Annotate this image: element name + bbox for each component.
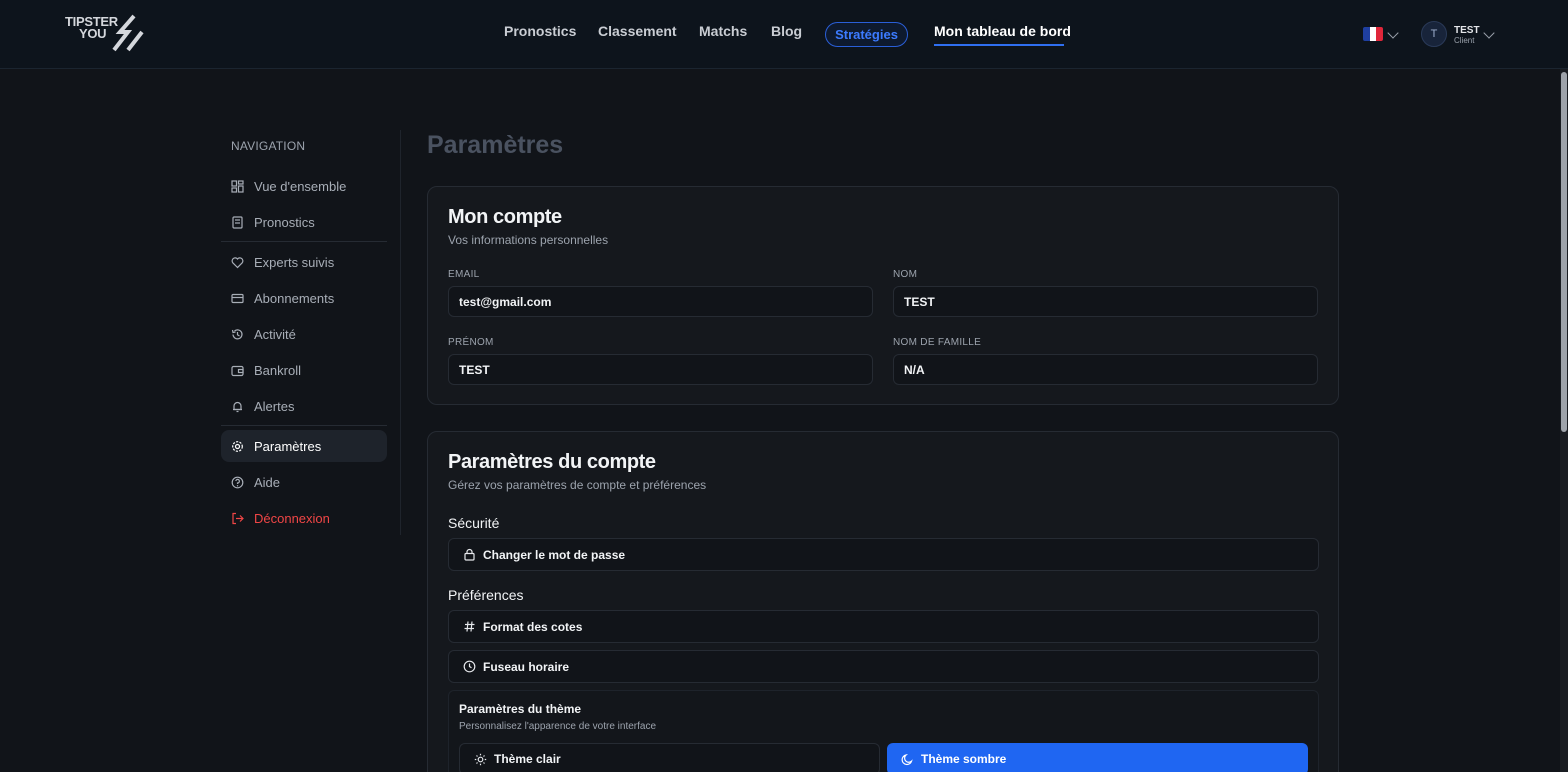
- sidebar-item-label: Experts suivis: [254, 254, 335, 270]
- odds-format-button[interactable]: Format des cotes: [448, 610, 1319, 643]
- logout-icon: [231, 512, 244, 525]
- odds-format-label: Format des cotes: [483, 619, 583, 634]
- user-menu-chevron-down-icon[interactable]: [1483, 27, 1495, 39]
- grid-icon: [231, 179, 244, 193]
- sidebar-divider: [221, 241, 387, 242]
- user-role: Client: [1454, 36, 1475, 45]
- logo-mark-icon: [112, 14, 144, 52]
- sidebar-item-label: Activité: [254, 326, 296, 342]
- preferences-section-title: Préférences: [448, 587, 524, 603]
- credit-card-icon: [231, 292, 244, 305]
- fr-flag-icon[interactable]: [1363, 27, 1383, 41]
- nav-pronostics[interactable]: Pronostics: [504, 23, 576, 39]
- account-card-title: Mon compte: [448, 206, 562, 228]
- sidebar-item-label: Bankroll: [254, 362, 301, 378]
- sidebar-item-experts[interactable]: Experts suivis: [221, 246, 387, 278]
- email-field: test@gmail.com: [448, 286, 873, 317]
- sidebar-separator: [400, 130, 401, 535]
- sidebar-item-label: Alertes: [254, 398, 295, 414]
- tipster-you-logo[interactable]: TIPSTER YOU: [64, 14, 148, 54]
- light-theme-label: Thème clair: [494, 752, 561, 766]
- nom-label: NOM: [893, 269, 918, 280]
- top-header: TIPSTER YOU Pronostics Classement Matchs…: [0, 0, 1568, 69]
- avatar[interactable]: T: [1421, 21, 1447, 47]
- theme-settings-panel: Paramètres du thème Personnalisez l'appa…: [448, 690, 1319, 772]
- nav-classement[interactable]: Classement: [598, 23, 677, 39]
- clock-icon: [462, 660, 476, 674]
- nom-famille-field: N/A: [893, 354, 1318, 385]
- sidebar-item-label: Vue d'ensemble: [254, 178, 347, 194]
- nav-strategies-button[interactable]: Stratégies: [825, 22, 908, 47]
- settings-card-subtitle: Gérez vos paramètres de compte et préfér…: [448, 478, 707, 492]
- bell-icon: [231, 400, 244, 413]
- light-theme-button[interactable]: Thème clair: [459, 743, 880, 772]
- sidebar-item-label: Abonnements: [254, 290, 335, 306]
- help-circle-icon: [231, 476, 244, 489]
- theme-settings-subtitle: Personnalisez l'apparence de votre inter…: [459, 721, 657, 732]
- history-icon: [231, 328, 244, 341]
- timezone-button[interactable]: Fuseau horaire: [448, 650, 1319, 683]
- heart-icon: [231, 256, 244, 269]
- prenom-label: PRÉNOM: [448, 337, 494, 348]
- sidebar-item-aide[interactable]: Aide: [221, 466, 387, 498]
- sidebar-item-bankroll[interactable]: Bankroll: [221, 354, 387, 386]
- moon-icon: [900, 752, 914, 766]
- change-password-label: Changer le mot de passe: [483, 547, 626, 562]
- sidebar-item-label: Paramètres: [254, 438, 322, 454]
- change-password-button[interactable]: Changer le mot de passe: [448, 538, 1319, 571]
- scrollbar-thumb[interactable]: [1561, 72, 1567, 432]
- hash-icon: [462, 620, 476, 634]
- nav-active-underline: [934, 44, 1064, 46]
- nav-matchs[interactable]: Matchs: [699, 23, 747, 39]
- theme-settings-title: Paramètres du thème: [459, 702, 582, 716]
- email-label: EMAIL: [448, 269, 480, 280]
- scroll-icon: [231, 215, 244, 229]
- dark-theme-label: Thème sombre: [921, 752, 1007, 766]
- settings-card-title: Paramètres du compte: [448, 451, 656, 473]
- sidebar-divider: [221, 425, 387, 426]
- user-name: TEST: [1454, 25, 1480, 36]
- security-section-title: Sécurité: [448, 515, 500, 531]
- sidebar-item-activite[interactable]: Activité: [221, 318, 387, 350]
- sidebar-title: NAVIGATION: [231, 139, 306, 153]
- language-chevron-down-icon[interactable]: [1387, 27, 1399, 39]
- sidebar-item-alertes[interactable]: Alertes: [221, 390, 387, 422]
- sidebar-item-deconnexion[interactable]: Déconnexion: [221, 502, 387, 534]
- account-card-subtitle: Vos informations personnelles: [448, 233, 609, 247]
- account-card: Mon compte Vos informations personnelles…: [427, 186, 1339, 405]
- sidebar-item-pronostics[interactable]: Pronostics: [221, 206, 387, 238]
- dark-theme-button[interactable]: Thème sombre: [887, 743, 1308, 772]
- wallet-icon: [231, 364, 244, 377]
- gear-icon: [231, 440, 244, 453]
- nom-famille-label: NOM DE FAMILLE: [893, 337, 982, 348]
- sidebar-item-label: Déconnexion: [254, 510, 330, 526]
- sidebar-item-label: Aide: [254, 474, 281, 490]
- timezone-label: Fuseau horaire: [483, 659, 570, 674]
- lock-icon: [462, 548, 476, 562]
- sidebar-item-label: Pronostics: [254, 214, 315, 230]
- prenom-field: TEST: [448, 354, 873, 385]
- sun-icon: [473, 752, 487, 766]
- page-title: Paramètres: [427, 131, 564, 159]
- sidebar-item-overview[interactable]: Vue d'ensemble: [221, 170, 387, 202]
- settings-card: Paramètres du compte Gérez vos paramètre…: [427, 431, 1339, 772]
- nav-blog[interactable]: Blog: [771, 23, 802, 39]
- logo-text-line2: YOU: [79, 26, 107, 41]
- nav-dashboard[interactable]: Mon tableau de bord: [934, 23, 1071, 39]
- sidebar-item-abonnements[interactable]: Abonnements: [221, 282, 387, 314]
- nom-field: TEST: [893, 286, 1318, 317]
- sidebar-item-parametres[interactable]: Paramètres: [221, 430, 387, 462]
